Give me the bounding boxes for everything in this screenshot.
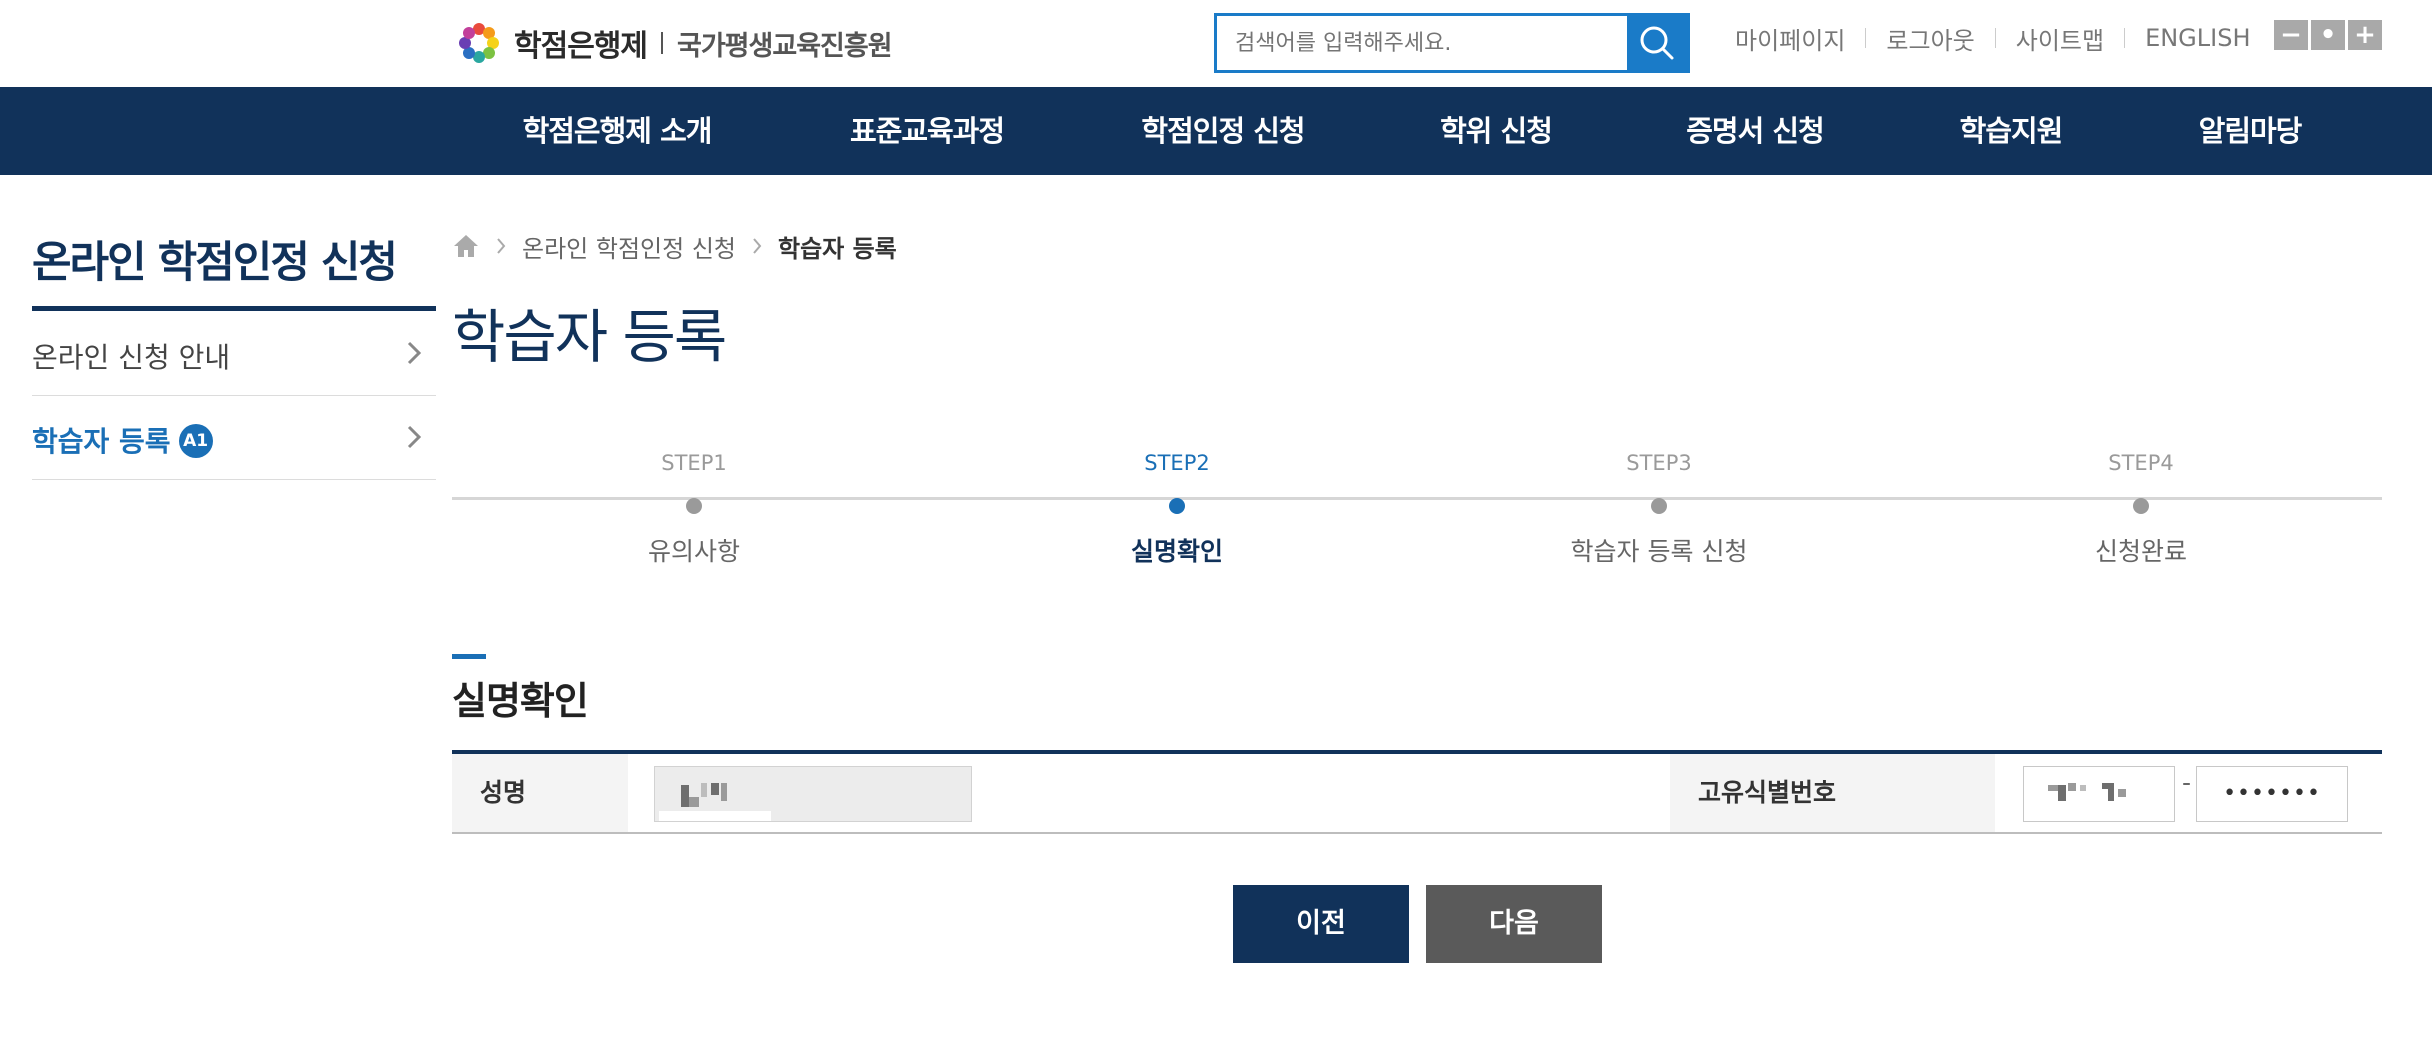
breadcrumb-item[interactable]: 온라인 학점인정 신청: [522, 229, 736, 264]
step-number: STEP3: [1626, 451, 1692, 475]
next-button[interactable]: 다음: [1426, 885, 1602, 963]
step-1: STEP1 유의사항: [544, 448, 844, 568]
step-dot: [1169, 498, 1185, 514]
id-number-front-field[interactable]: [2023, 766, 2175, 822]
nav-item-learning-support[interactable]: 학습지원: [1960, 87, 2064, 175]
chevron-right-icon: [497, 238, 506, 254]
zoom-reset-button[interactable]: •: [2311, 20, 2345, 50]
nav-item-notice[interactable]: 알림마당: [2199, 87, 2303, 175]
section-title: 실명확인: [452, 679, 589, 723]
step-dot: [686, 498, 702, 514]
page-title: 학습자 등록: [452, 303, 727, 371]
sidebar-item-online-guide[interactable]: 온라인 신청 안내: [32, 312, 436, 396]
logout-link[interactable]: 로그아웃: [1886, 21, 1974, 56]
search-input[interactable]: [1217, 16, 1627, 70]
id-number-separator: -: [2182, 768, 2192, 797]
util-divider: [1994, 28, 1996, 48]
step-dot: [2133, 498, 2149, 514]
verification-table: 성명 고유식별번호 - •••••••: [452, 750, 2382, 834]
main-nav: 학점은행제 소개 표준교육과정 학점인정 신청 학위 신청 증명서 신청 학습지…: [0, 87, 2432, 175]
sitemap-link[interactable]: 사이트맵: [2016, 21, 2104, 56]
breadcrumb-current: 학습자 등록: [777, 234, 897, 263]
flower-logo-icon: [459, 23, 499, 63]
step-dot: [1651, 498, 1667, 514]
zoom-in-button[interactable]: +: [2348, 20, 2382, 50]
chevron-right-icon: [753, 238, 762, 254]
nav-item-credit-application[interactable]: 학점인정 신청: [1141, 87, 1305, 175]
zoom-out-button[interactable]: −: [2274, 20, 2308, 50]
name-field[interactable]: [654, 766, 972, 822]
sidebar-item-label: 학습자 등록 A1: [32, 420, 213, 460]
step-name: 신청완료: [2094, 537, 2187, 566]
sidebar-item-label-text: 학습자 등록: [32, 425, 171, 458]
util-divider: [2124, 28, 2126, 48]
chevron-right-icon: [407, 341, 422, 365]
site-logo[interactable]: 학점은행제 국가평생교육진흥원: [452, 18, 893, 68]
id-number-back-field[interactable]: •••••••: [2196, 766, 2348, 822]
step-name: 유의사항: [647, 537, 740, 566]
masked-id-back: •••••••: [2223, 781, 2321, 806]
mypage-link[interactable]: 마이페이지: [1735, 21, 1845, 56]
step-name: 학습자 등록 신청: [1570, 537, 1748, 566]
step-2: STEP2 실명확인: [1027, 448, 1327, 568]
sidebar-item-learner-registration[interactable]: 학습자 등록 A1: [32, 396, 436, 480]
step-number: STEP1: [661, 451, 727, 475]
zoom-controls: − • +: [2274, 20, 2382, 50]
step-number: STEP2: [1144, 451, 1210, 475]
search-box: [1214, 13, 1690, 73]
step-4: STEP4 신청완료: [1991, 448, 2291, 568]
breadcrumb: 온라인 학점인정 신청 학습자 등록: [452, 228, 897, 264]
search-button[interactable]: [1627, 16, 1687, 70]
sidebar-item-badge: A1: [178, 424, 213, 458]
sidebar-item-label: 온라인 신청 안내: [32, 341, 231, 374]
nav-item-degree-application[interactable]: 학위 신청: [1440, 87, 1553, 175]
step-3: STEP3 학습자 등록 신청: [1509, 448, 1809, 568]
site-header: 학점은행제 국가평생교육진흥원 마이페이지 로그아웃 사이트맵 ENGLISH …: [0, 0, 2432, 87]
name-label: 성명: [452, 754, 628, 832]
search-icon: [1640, 26, 1674, 60]
home-icon[interactable]: [452, 233, 480, 259]
sidebar-title: 온라인 학점인정 신청: [32, 238, 398, 288]
sidebar-title-underline: [32, 306, 436, 311]
step-number: STEP4: [2108, 451, 2174, 475]
nav-item-curriculum[interactable]: 표준교육과정: [850, 87, 1005, 175]
section-accent-bar: [452, 654, 486, 659]
util-divider: [1865, 28, 1867, 48]
english-link[interactable]: ENGLISH: [2145, 24, 2250, 52]
logo-main-text: 학점은행제: [514, 29, 648, 64]
prev-button[interactable]: 이전: [1233, 885, 1409, 963]
utility-links: 마이페이지 로그아웃 사이트맵 ENGLISH: [1735, 20, 2251, 56]
logo-divider: [661, 32, 663, 54]
nav-item-certificate[interactable]: 증명서 신청: [1686, 87, 1824, 175]
step-name: 실명확인: [1130, 537, 1223, 566]
id-number-label: 고유식별번호: [1670, 754, 1995, 832]
chevron-right-icon: [407, 425, 422, 449]
logo-sub-text: 국가평생교육진흥원: [677, 30, 893, 62]
nav-item-about[interactable]: 학점은행제 소개: [523, 87, 713, 175]
